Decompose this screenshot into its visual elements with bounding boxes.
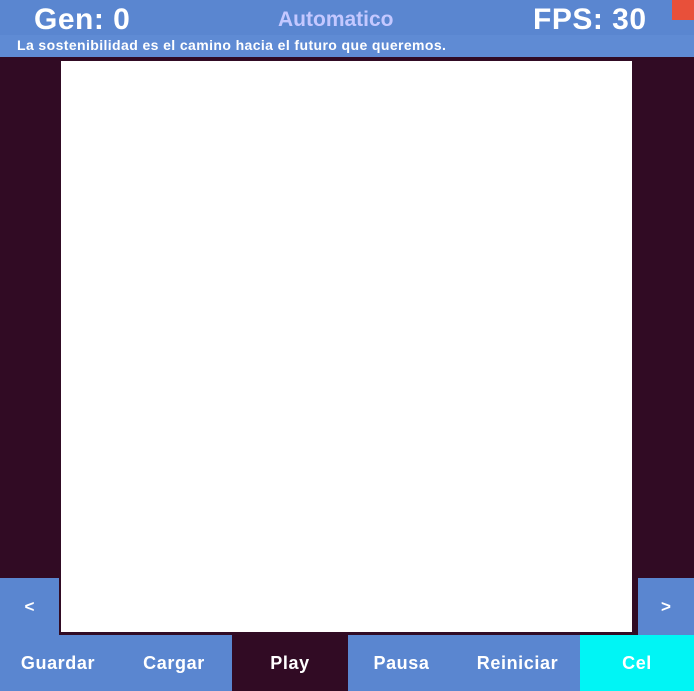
- generation-counter: Gen: 0: [34, 3, 131, 36]
- game-window: Gen: 0 Automatico FPS: 30 La sostenibili…: [0, 0, 694, 691]
- bottom-toolbar: Guardar Cargar Play Pausa Reiniciar Cel: [0, 635, 694, 691]
- game-grid-canvas[interactable]: [61, 61, 632, 632]
- mode-label[interactable]: Automatico: [278, 7, 394, 33]
- close-button[interactable]: [672, 0, 694, 20]
- cel-button[interactable]: Cel: [580, 635, 694, 691]
- pausa-button[interactable]: Pausa: [348, 635, 455, 691]
- cargar-button[interactable]: Cargar: [116, 635, 232, 691]
- play-button[interactable]: Play: [232, 635, 348, 691]
- subtitle-text: La sostenibilidad es el camino hacia el …: [17, 37, 447, 53]
- guardar-button[interactable]: Guardar: [0, 635, 116, 691]
- next-button[interactable]: >: [638, 578, 694, 635]
- fps-counter: FPS: 30: [533, 3, 647, 36]
- previous-button[interactable]: <: [0, 578, 59, 635]
- reiniciar-button[interactable]: Reiniciar: [455, 635, 580, 691]
- top-bar: Gen: 0 Automatico FPS: 30 La sostenibili…: [0, 0, 694, 57]
